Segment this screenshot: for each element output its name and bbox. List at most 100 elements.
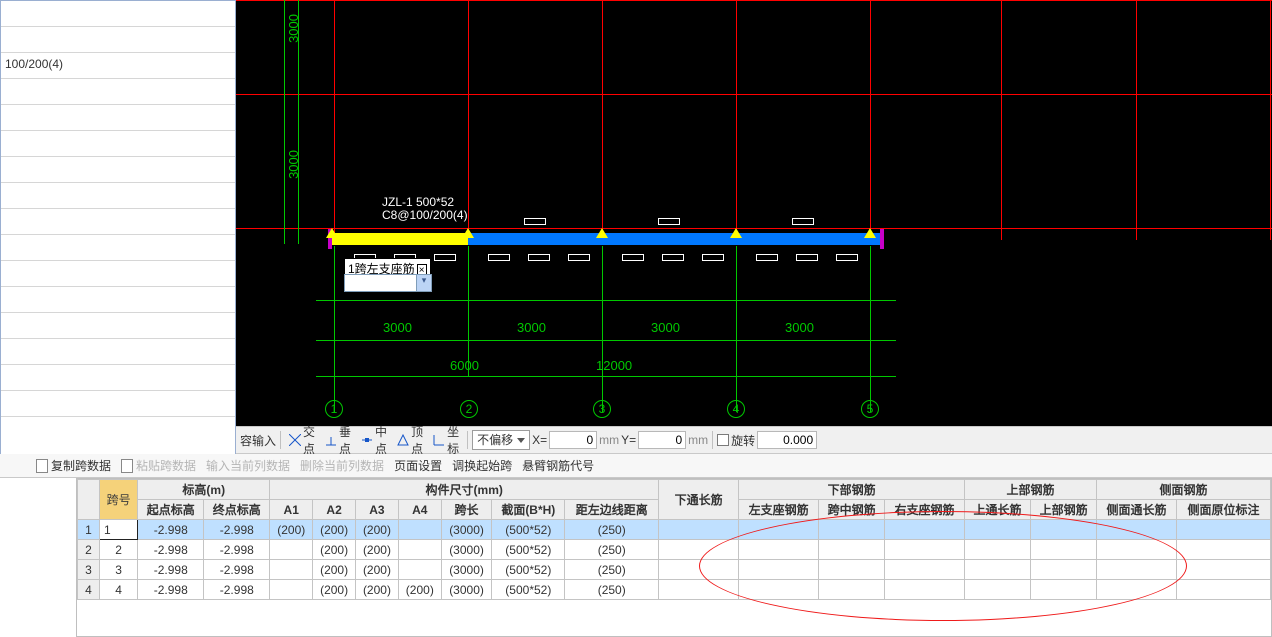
table-cell[interactable] <box>1177 580 1271 600</box>
table-cell[interactable] <box>659 580 739 600</box>
prop-row[interactable] <box>1 313 235 339</box>
column-header[interactable]: 起点标高 <box>138 500 204 520</box>
prop-row[interactable]: 100/200(4) <box>1 53 235 79</box>
table-cell[interactable] <box>739 560 819 580</box>
table-cell[interactable]: (200) <box>270 520 313 540</box>
table-cell[interactable] <box>270 560 313 580</box>
column-header[interactable]: 截面(B*H) <box>492 500 565 520</box>
table-cell[interactable]: (500*52) <box>492 520 565 540</box>
snap-midpoint[interactable]: 中点 <box>357 429 391 451</box>
column-header[interactable]: 侧面通长筋 <box>1097 500 1177 520</box>
table-cell[interactable] <box>659 560 739 580</box>
table-cell[interactable] <box>398 560 441 580</box>
table-row[interactable]: 33-2.998-2.998(200)(200)(3000)(500*52)(2… <box>78 560 1271 580</box>
column-header-span-no[interactable]: 跨号 <box>100 480 138 520</box>
table-cell[interactable]: 2 <box>100 540 138 560</box>
column-group-upper[interactable]: 上部钢筋 <box>965 480 1097 500</box>
rotate-checkbox[interactable] <box>717 434 729 446</box>
table-cell[interactable]: 3 <box>78 560 100 580</box>
table-cell[interactable] <box>885 560 965 580</box>
column-header[interactable]: 跨长 <box>441 500 492 520</box>
delete-column-button[interactable]: 删除当前列数据 <box>300 457 384 474</box>
table-cell[interactable] <box>1097 540 1177 560</box>
table-cell[interactable]: 2 <box>78 540 100 560</box>
table-cell[interactable]: (200) <box>356 580 399 600</box>
table-cell[interactable] <box>965 520 1031 540</box>
table-cell[interactable]: (500*52) <box>492 540 565 560</box>
column-header[interactable]: 右支座钢筋 <box>885 500 965 520</box>
table-cell[interactable]: 1 <box>100 520 138 540</box>
column-header[interactable]: 跨中钢筋 <box>819 500 885 520</box>
column-header[interactable]: A2 <box>313 500 356 520</box>
table-row[interactable]: 44-2.998-2.998(200)(200)(200)(3000)(500*… <box>78 580 1271 600</box>
column-header[interactable]: 左支座钢筋 <box>739 500 819 520</box>
offset-select[interactable]: 不偏移 <box>472 430 530 450</box>
page-setup-button[interactable]: 页面设置 <box>394 457 442 474</box>
prop-row[interactable] <box>1 1 235 27</box>
table-cell[interactable]: -2.998 <box>138 540 204 560</box>
prop-row[interactable] <box>1 183 235 209</box>
prop-row[interactable] <box>1 391 235 417</box>
snap-coordinate[interactable]: 坐标 <box>429 429 463 451</box>
table-cell[interactable]: -2.998 <box>204 560 270 580</box>
table-cell[interactable]: (3000) <box>441 540 492 560</box>
table-cell[interactable] <box>270 580 313 600</box>
table-cell[interactable]: 4 <box>78 580 100 600</box>
span-data-grid[interactable]: 跨号 标高(m) 构件尺寸(mm) 下通长筋 下部钢筋 上部钢筋 侧面钢筋 起点… <box>76 478 1272 637</box>
snap-perpendicular[interactable]: 垂点 <box>321 429 355 451</box>
drawing-viewport[interactable]: JZL-1 500*52 C8@100/200(4) <box>236 0 1272 426</box>
table-cell[interactable]: (250) <box>565 540 659 560</box>
span-input-combo[interactable]: ▾ <box>344 274 432 292</box>
y-input[interactable] <box>638 431 686 449</box>
beam-span-selected[interactable] <box>332 233 468 245</box>
prop-row[interactable] <box>1 417 235 443</box>
table-cell[interactable]: (200) <box>313 560 356 580</box>
table-cell[interactable] <box>1031 580 1097 600</box>
paste-span-button[interactable]: 粘贴跨数据 <box>121 457 196 474</box>
table-row[interactable]: 22-2.998-2.998(200)(200)(3000)(500*52)(2… <box>78 540 1271 560</box>
prop-row[interactable] <box>1 339 235 365</box>
table-cell[interactable] <box>965 560 1031 580</box>
table-cell[interactable]: 4 <box>100 580 138 600</box>
column-header-top-through[interactable]: 下通长筋 <box>659 480 739 520</box>
swap-start-span-button[interactable]: 调换起始跨 <box>452 457 512 474</box>
table-cell[interactable]: (200) <box>356 540 399 560</box>
table-cell[interactable]: -2.998 <box>204 540 270 560</box>
table-cell[interactable]: (500*52) <box>492 580 565 600</box>
table-cell[interactable] <box>885 520 965 540</box>
table-cell[interactable] <box>1177 560 1271 580</box>
table-cell[interactable] <box>398 540 441 560</box>
prop-row[interactable] <box>1 209 235 235</box>
table-cell[interactable] <box>1031 560 1097 580</box>
chevron-down-icon[interactable]: ▾ <box>416 275 431 291</box>
table-cell[interactable]: (200) <box>356 520 399 540</box>
table-cell[interactable] <box>1031 520 1097 540</box>
column-group-side[interactable]: 侧面钢筋 <box>1097 480 1271 500</box>
table-cell[interactable] <box>1177 520 1271 540</box>
table-cell[interactable]: -2.998 <box>138 560 204 580</box>
prop-row[interactable] <box>1 27 235 53</box>
table-cell[interactable] <box>1031 540 1097 560</box>
table-cell[interactable] <box>819 560 885 580</box>
column-group-bottom[interactable]: 下部钢筋 <box>739 480 965 500</box>
table-cell[interactable] <box>739 540 819 560</box>
column-header[interactable]: 上部钢筋 <box>1031 500 1097 520</box>
beam-span[interactable] <box>468 233 880 245</box>
table-cell[interactable]: (3000) <box>441 560 492 580</box>
prop-row[interactable] <box>1 287 235 313</box>
column-group-elevation[interactable]: 标高(m) <box>138 480 270 500</box>
snap-vertex[interactable]: 顶点 <box>393 429 427 451</box>
cantilever-code-button[interactable]: 悬臂钢筋代号 <box>522 457 594 474</box>
column-header[interactable]: A4 <box>398 500 441 520</box>
table-cell[interactable]: 1 <box>78 520 100 540</box>
table-row[interactable]: 11-2.998-2.998(200)(200)(200)(3000)(500*… <box>78 520 1271 540</box>
prop-row[interactable] <box>1 235 235 261</box>
table-cell[interactable] <box>1097 560 1177 580</box>
table-cell[interactable]: (250) <box>565 520 659 540</box>
table-cell[interactable] <box>270 540 313 560</box>
table-cell[interactable] <box>819 540 885 560</box>
column-header[interactable]: 终点标高 <box>204 500 270 520</box>
table-cell[interactable] <box>885 540 965 560</box>
prop-row[interactable] <box>1 157 235 183</box>
table-cell[interactable] <box>965 540 1031 560</box>
